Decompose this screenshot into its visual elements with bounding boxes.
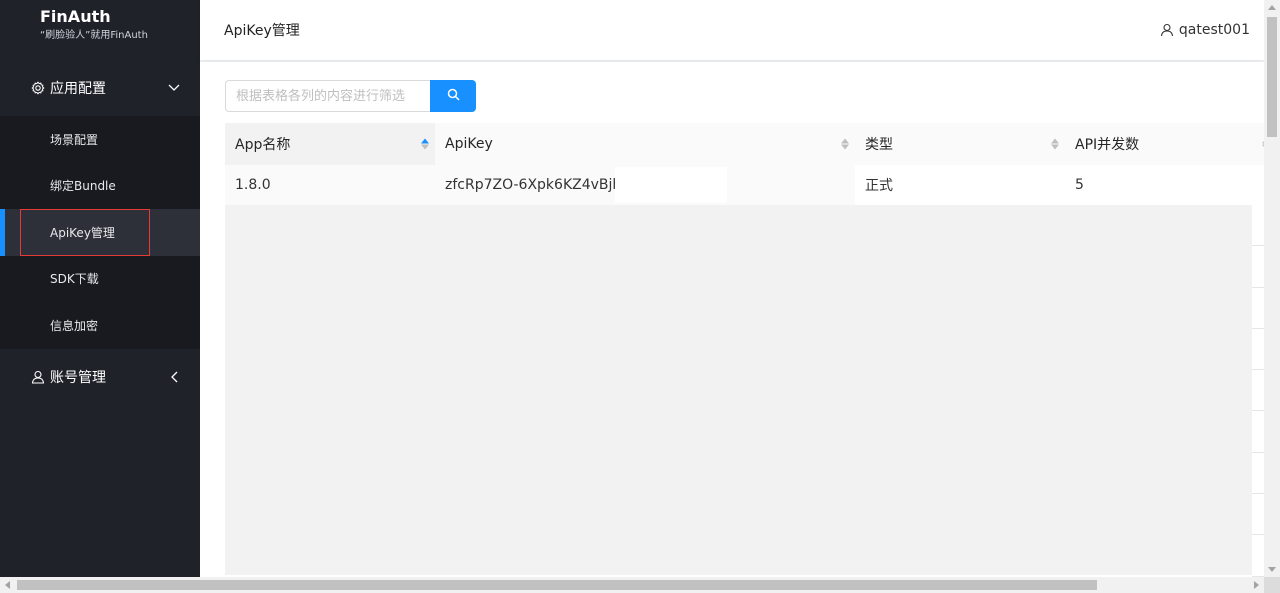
sidebar-item-sdk-download[interactable]: SDK下载	[0, 256, 200, 303]
sort-icon[interactable]	[421, 138, 429, 150]
sidebar-item-apikey[interactable]: ApiKey管理	[0, 209, 200, 256]
apikey-table: App名称 ApiKey 类型 API并发数 1.8.0 zfcRp7ZO-6X…	[225, 123, 1264, 577]
logo[interactable]: FinAuth “刷脸验人”就用FinAuth	[0, 0, 200, 60]
menu-group-label: 账号管理	[50, 369, 106, 386]
row-dividers	[1252, 205, 1264, 577]
active-indicator	[0, 209, 5, 256]
menu-group-app-config[interactable]: 应用配置	[0, 60, 200, 116]
sidebar: FinAuth “刷脸验人”就用FinAuth 应用配置 场景配置 绑定Bund…	[0, 0, 200, 577]
sidebar-item-label: 场景配置	[50, 132, 99, 147]
app-root: FinAuth “刷脸验人”就用FinAuth 应用配置 场景配置 绑定Bund…	[0, 0, 1280, 593]
scroll-thumb[interactable]	[17, 580, 1097, 590]
column-header-concurrency[interactable]: API并发数	[1065, 123, 1264, 165]
menu-group-account[interactable]: 账号管理	[0, 349, 200, 405]
submenu-app-config: 场景配置 绑定Bundle ApiKey管理 SDK下载 信息加密	[0, 116, 200, 349]
user-icon	[1160, 23, 1174, 37]
sort-icon[interactable]	[1051, 138, 1059, 150]
chevron-down-icon	[168, 82, 180, 94]
sidebar-item-info-encrypt[interactable]: 信息加密	[0, 302, 200, 349]
column-label: App名称	[235, 137, 291, 153]
top-header: ApiKey管理 qatest001	[200, 0, 1264, 60]
vertical-scrollbar[interactable]	[1264, 0, 1280, 577]
column-header-app-name[interactable]: App名称	[225, 123, 435, 165]
search-bar	[225, 80, 476, 112]
search-button[interactable]	[430, 80, 476, 112]
user-icon	[30, 369, 46, 385]
username: qatest001	[1178, 22, 1250, 38]
scrollbar-corner	[1264, 577, 1280, 593]
logo-title: FinAuth	[40, 7, 111, 26]
search-icon	[447, 88, 460, 104]
scroll-down-icon[interactable]	[1268, 567, 1276, 572]
horizontal-scrollbar[interactable]	[0, 577, 1264, 593]
highlight-box	[20, 209, 150, 256]
sidebar-item-label: 绑定Bundle	[50, 179, 116, 194]
scroll-thumb[interactable]	[1267, 17, 1277, 137]
chevron-left-icon	[168, 371, 180, 383]
user-menu[interactable]: qatest001	[1160, 22, 1250, 38]
gear-icon	[30, 80, 46, 96]
sort-icon[interactable]	[841, 138, 849, 150]
table-header: App名称 ApiKey 类型 API并发数	[225, 123, 1264, 165]
cell-concurrency: 5	[1075, 177, 1084, 193]
search-input[interactable]	[225, 80, 430, 112]
redaction-mask	[615, 167, 727, 203]
main-content: App名称 ApiKey 类型 API并发数 1.8.0	[200, 62, 1264, 577]
logo-subtitle: “刷脸验人”就用FinAuth	[40, 30, 148, 41]
scroll-up-icon[interactable]	[1268, 5, 1276, 10]
sidebar-item-label: SDK下载	[50, 272, 99, 287]
sidebar-item-bind-bundle[interactable]: 绑定Bundle	[0, 163, 200, 210]
column-label: 类型	[865, 137, 893, 153]
table-row[interactable]: 1.8.0 zfcRp7ZO-6Xpk6KZ4vBjhl 正式 5	[225, 165, 1264, 205]
menu-group-label: 应用配置	[50, 81, 106, 97]
table-loading-overlay	[225, 205, 1264, 577]
sidebar-item-label: 信息加密	[50, 318, 99, 333]
column-header-apikey[interactable]: ApiKey	[435, 123, 855, 165]
scroll-left-icon[interactable]	[5, 581, 10, 589]
apikey-value: zfcRp7ZO-6Xpk6KZ4vBjhl	[445, 177, 626, 193]
scroll-right-icon[interactable]	[1254, 581, 1259, 589]
column-label: API并发数	[1075, 137, 1140, 153]
sidebar-item-scene-config[interactable]: 场景配置	[0, 116, 200, 163]
page-title: ApiKey管理	[224, 23, 300, 39]
cell-app-name: 1.8.0	[225, 165, 435, 205]
column-header-type[interactable]: 类型	[855, 123, 1065, 165]
cell-apikey: zfcRp7ZO-6Xpk6KZ4vBjhl	[435, 165, 855, 205]
column-label: ApiKey	[445, 136, 493, 152]
cell-type: 正式	[865, 178, 893, 194]
